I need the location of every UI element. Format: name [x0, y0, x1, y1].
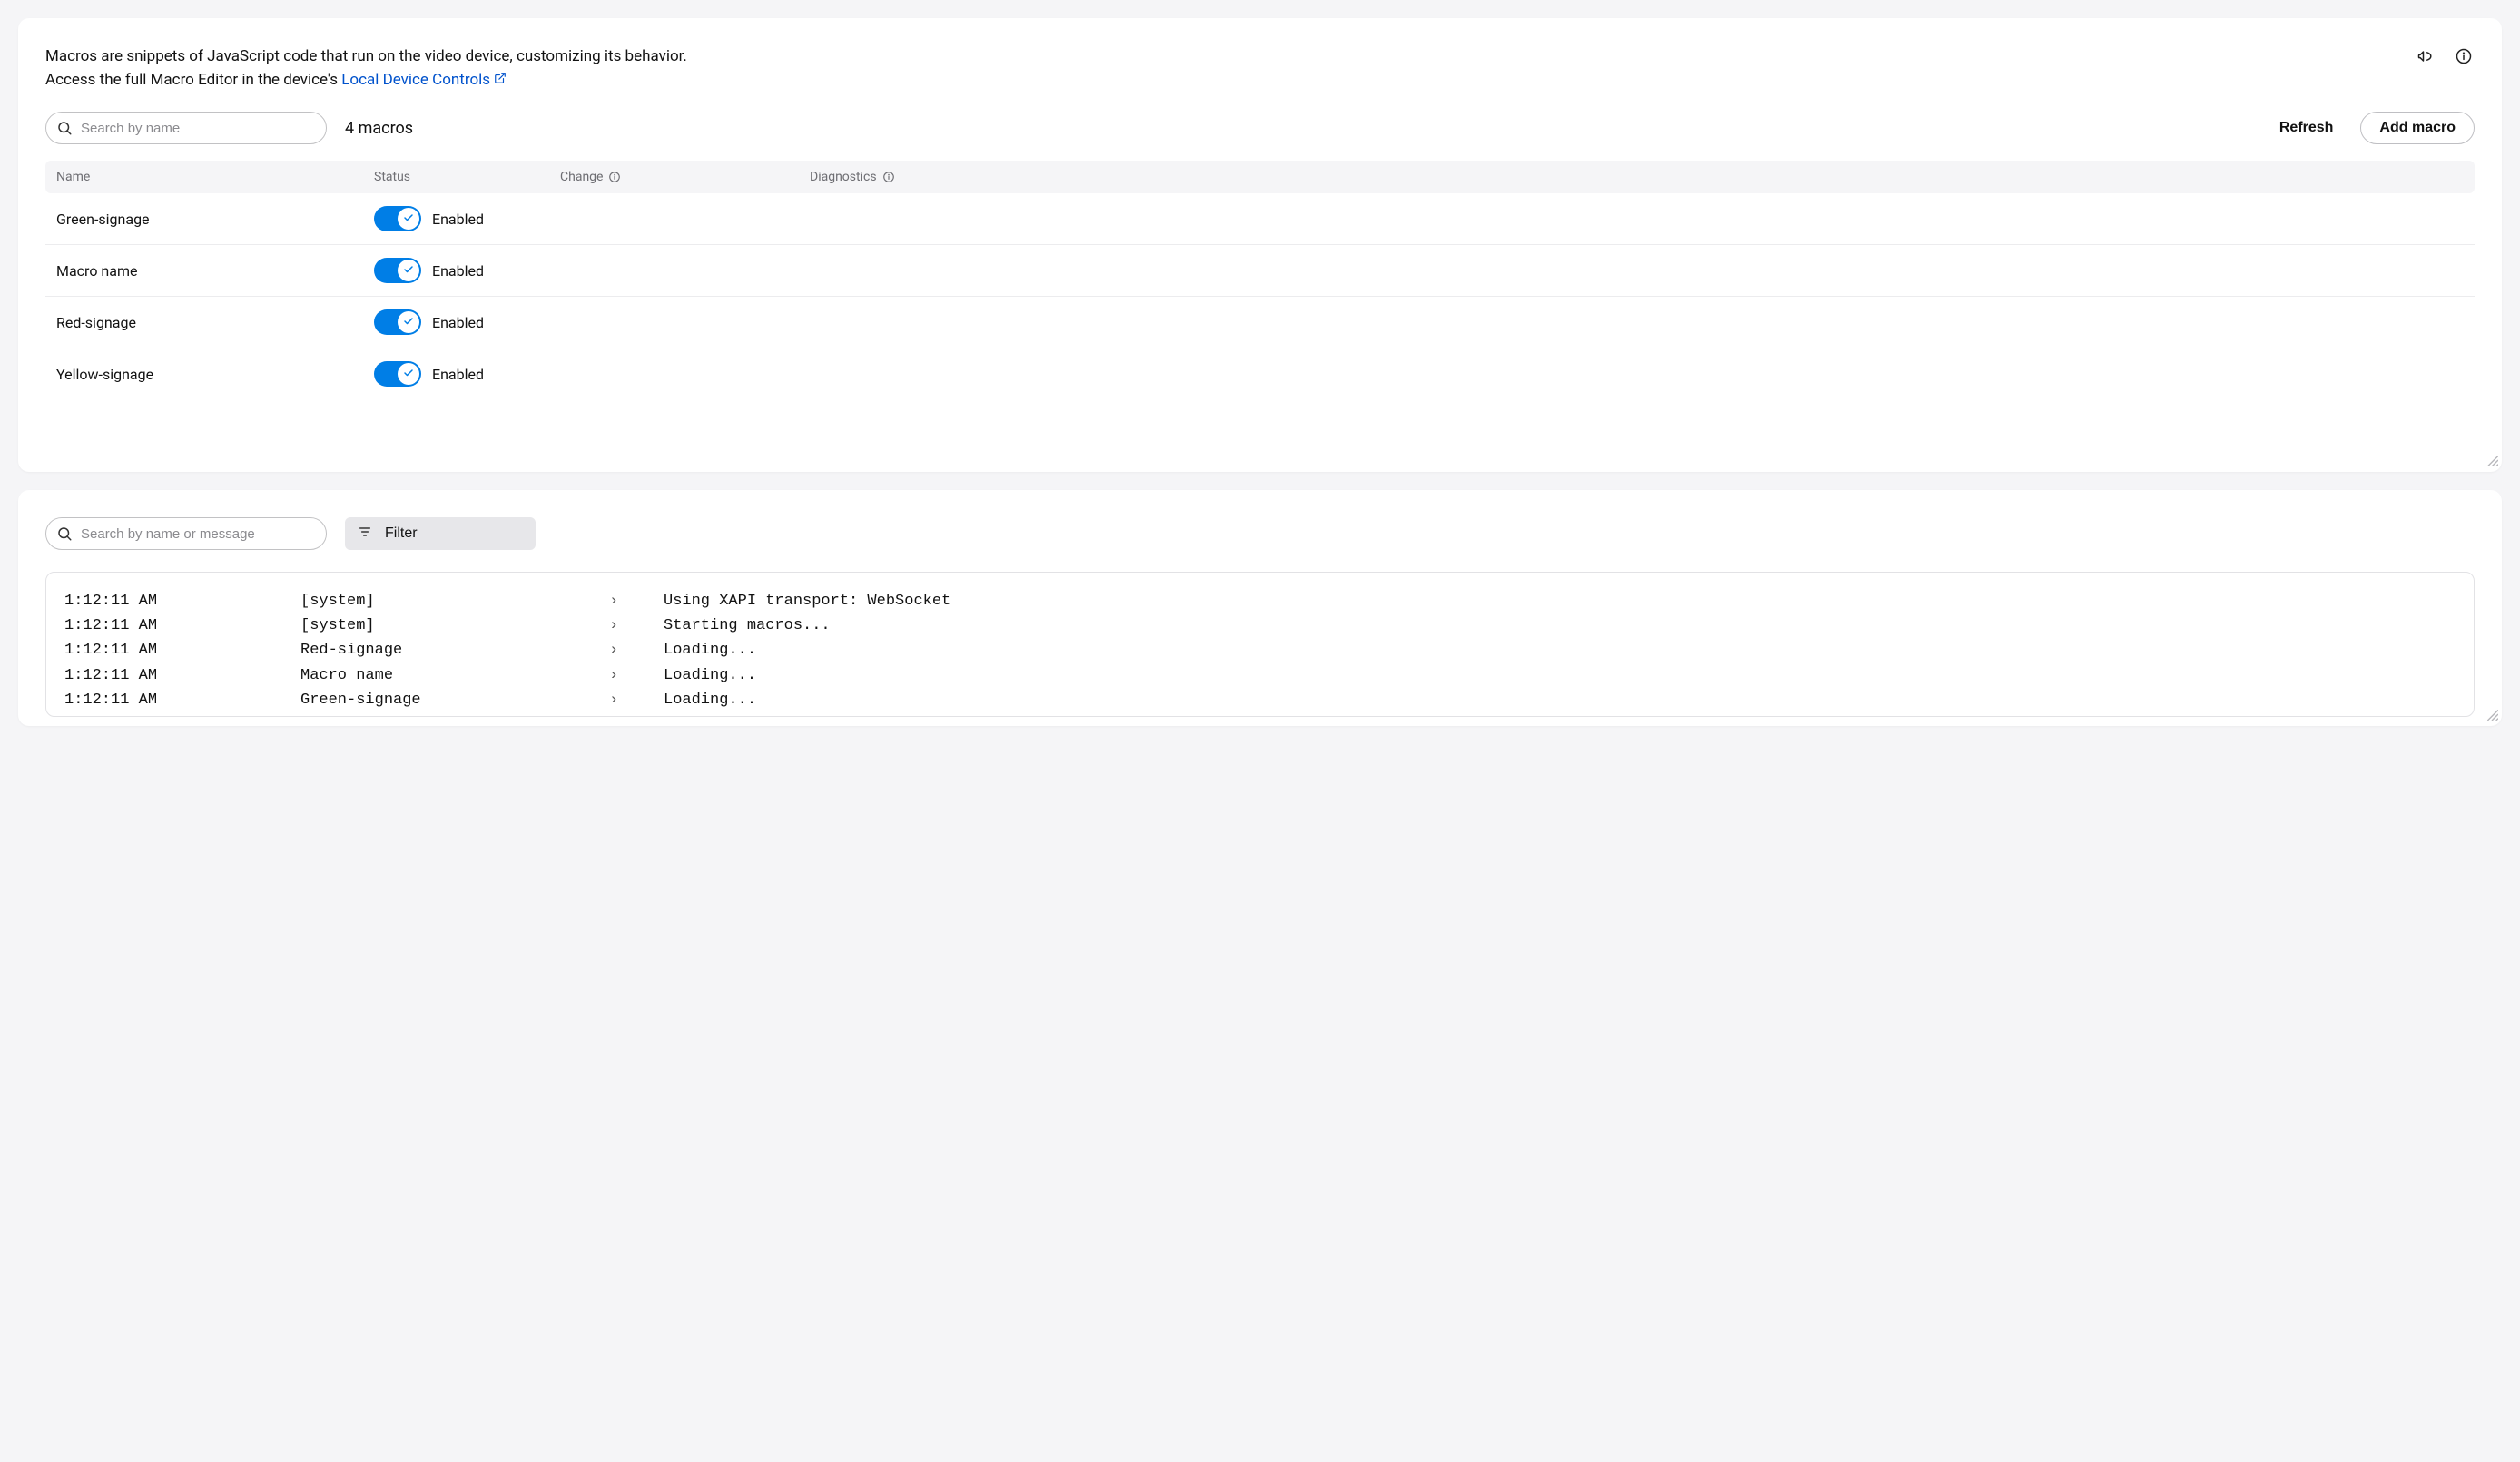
resize-handle-icon[interactable]: [2486, 454, 2498, 470]
log-output: 1:12:11 AM[system]›Using XAPI transport:…: [45, 572, 2475, 717]
logs-search-wrapper: [45, 517, 327, 550]
megaphone-icon: [2417, 47, 2435, 68]
status-label: Enabled: [432, 211, 484, 228]
log-time: 1:12:11 AM: [64, 688, 300, 712]
log-source: Green-signage: [300, 688, 609, 712]
desc-line-1: Macros are snippets of JavaScript code t…: [45, 45, 687, 69]
col-header-name: Name: [56, 170, 374, 184]
logs-search-input[interactable]: [45, 517, 327, 550]
local-device-controls-link[interactable]: Local Device Controls: [341, 69, 507, 93]
col-header-change-label: Change: [560, 170, 603, 184]
log-source: Red-signage: [300, 638, 609, 662]
table-header: Name Status Change Diagnostics: [45, 161, 2475, 193]
log-message: Loading...: [664, 638, 2456, 662]
status-label: Enabled: [432, 366, 484, 383]
toggle-knob: [398, 363, 419, 385]
table-row[interactable]: Macro name Enabled: [45, 245, 2475, 297]
log-source: [system]: [300, 589, 609, 613]
resize-handle-icon[interactable]: [2486, 708, 2498, 724]
logs-toolbar: Filter: [45, 517, 2475, 550]
log-time: 1:12:11 AM: [64, 638, 300, 662]
info-icon: [2455, 47, 2473, 68]
macro-name: Yellow-signage: [56, 366, 374, 383]
macros-panel: Macros are snippets of JavaScript code t…: [18, 18, 2502, 472]
filter-icon: [358, 525, 372, 544]
desc-line-2: Access the full Macro Editor in the devi…: [45, 69, 687, 93]
check-icon: [403, 316, 414, 329]
log-time: 1:12:11 AM: [64, 613, 300, 638]
refresh-button[interactable]: Refresh: [2270, 114, 2343, 142]
log-message: Loading...: [664, 688, 2456, 712]
log-time: 1:12:11 AM: [64, 663, 300, 688]
col-header-status: Status: [374, 170, 560, 184]
table-row[interactable]: Red-signage Enabled: [45, 297, 2475, 348]
macros-count: 4 macros: [345, 119, 413, 138]
local-device-controls-link-text: Local Device Controls: [341, 69, 490, 93]
search-wrapper: [45, 112, 327, 144]
toggle-knob: [398, 260, 419, 281]
info-icon: [882, 171, 895, 183]
macro-name: Green-signage: [56, 211, 374, 228]
log-time: 1:12:11 AM: [64, 589, 300, 613]
info-icon: [608, 171, 621, 183]
desc-line-2-prefix: Access the full Macro Editor in the devi…: [45, 71, 341, 89]
check-icon: [403, 212, 414, 226]
log-source: Macro name: [300, 663, 609, 688]
chevron-right-icon: ›: [609, 589, 664, 613]
help-button[interactable]: [2453, 45, 2475, 70]
log-row: 1:12:11 AMMacro name›Loading...: [64, 663, 2456, 688]
log-message: Starting macros...: [664, 613, 2456, 638]
log-row: 1:12:11 AMRed-signage›Loading...: [64, 638, 2456, 662]
status-toggle[interactable]: [374, 258, 421, 283]
log-row: 1:12:11 AM[system]›Using XAPI transport:…: [64, 589, 2456, 613]
macros-search-input[interactable]: [45, 112, 327, 144]
filter-button-label: Filter: [385, 525, 418, 542]
chevron-right-icon: ›: [609, 613, 664, 638]
macros-table: Name Status Change Diagnostics Green-sig…: [45, 161, 2475, 399]
log-message: Loading...: [664, 663, 2456, 688]
external-link-icon: [494, 69, 507, 93]
status-label: Enabled: [432, 314, 484, 331]
check-icon: [403, 264, 414, 278]
macro-name: Macro name: [56, 262, 374, 280]
toggle-knob: [398, 208, 419, 230]
log-row: 1:12:11 AM[system]›Starting macros...: [64, 613, 2456, 638]
col-header-change: Change: [560, 170, 810, 184]
log-source: [system]: [300, 613, 609, 638]
logs-panel: Filter 1:12:11 AM[system]›Using XAPI tra…: [18, 490, 2502, 726]
chevron-right-icon: ›: [609, 688, 664, 712]
macros-description: Macros are snippets of JavaScript code t…: [45, 45, 687, 92]
toggle-knob: [398, 311, 419, 333]
status-toggle[interactable]: [374, 206, 421, 231]
col-header-diagnostics-label: Diagnostics: [810, 170, 877, 184]
table-row[interactable]: Green-signage Enabled: [45, 193, 2475, 245]
table-row[interactable]: Yellow-signage Enabled: [45, 348, 2475, 399]
log-row: 1:12:11 AMGreen-signage›Loading...: [64, 688, 2456, 712]
chevron-right-icon: ›: [609, 638, 664, 662]
status-toggle[interactable]: [374, 361, 421, 387]
filter-button[interactable]: Filter: [345, 517, 536, 550]
macro-name: Red-signage: [56, 314, 374, 331]
chevron-right-icon: ›: [609, 663, 664, 688]
announcement-button[interactable]: [2415, 45, 2436, 70]
add-macro-button[interactable]: Add macro: [2360, 112, 2475, 144]
col-header-diagnostics: Diagnostics: [810, 170, 2464, 184]
status-label: Enabled: [432, 262, 484, 280]
macros-toolbar: 4 macros Refresh Add macro: [45, 112, 2475, 144]
status-toggle[interactable]: [374, 309, 421, 335]
log-message: Using XAPI transport: WebSocket: [664, 589, 2456, 613]
check-icon: [403, 368, 414, 381]
